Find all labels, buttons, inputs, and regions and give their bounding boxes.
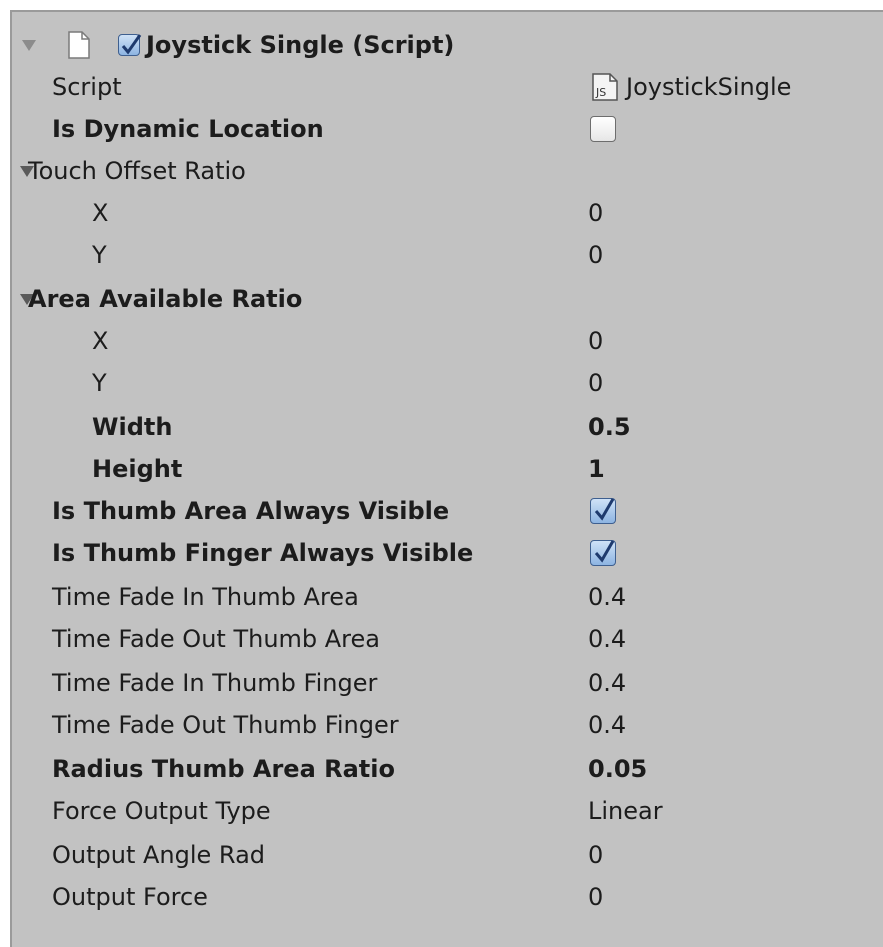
area-width-label: Width	[92, 413, 173, 441]
output-force-row: Output Force 0	[12, 876, 883, 918]
area-height-value[interactable]: 1	[588, 455, 605, 483]
output-angle-rad-row: Output Angle Rad 0	[12, 834, 883, 876]
touch-offset-ratio-row[interactable]: Touch Offset Ratio	[12, 150, 883, 192]
radius-thumb-area-ratio-value[interactable]: 0.05	[588, 755, 647, 783]
output-angle-rad-label: Output Angle Rad	[52, 841, 266, 869]
component-enabled-checkbox[interactable]	[118, 34, 142, 56]
area-available-ratio-row[interactable]: Area Available Ratio	[12, 278, 883, 320]
force-output-type-select[interactable]: Linear	[588, 797, 663, 825]
script-value[interactable]: JoystickSingle	[626, 73, 791, 101]
output-force-label: Output Force	[52, 883, 208, 911]
touch-offset-x-value[interactable]: 0	[588, 199, 603, 227]
is-dynamic-location-row: Is Dynamic Location	[12, 108, 883, 150]
thumb-area-visible-row: Is Thumb Area Always Visible	[12, 490, 883, 532]
area-available-ratio-label: Area Available Ratio	[28, 285, 303, 313]
script-label: Script	[52, 73, 122, 101]
time-fade-in-thumb-finger-label: Time Fade In Thumb Finger	[52, 669, 378, 697]
component-title: Joystick Single (Script)	[146, 31, 455, 59]
is-dynamic-location-checkbox[interactable]	[590, 116, 616, 142]
time-fade-out-thumb-finger-row: Time Fade Out Thumb Finger 0.4	[12, 704, 883, 746]
time-fade-in-thumb-area-value[interactable]: 0.4	[588, 583, 626, 611]
is-dynamic-location-label: Is Dynamic Location	[52, 115, 324, 143]
force-output-type-row: Force Output Type Linear	[12, 790, 883, 832]
javascript-file-icon[interactable]: JS	[590, 72, 620, 102]
thumb-area-visible-label: Is Thumb Area Always Visible	[52, 497, 450, 525]
script-icon-text: JS	[595, 86, 606, 99]
time-fade-in-thumb-finger-value[interactable]: 0.4	[588, 669, 626, 697]
thumb-finger-visible-row: Is Thumb Finger Always Visible	[12, 532, 883, 574]
component-header[interactable]: Joystick Single (Script)	[12, 24, 883, 66]
thumb-finger-visible-label: Is Thumb Finger Always Visible	[52, 539, 474, 567]
area-height-label: Height	[92, 455, 183, 483]
area-y-label: Y	[92, 369, 107, 397]
touch-offset-x-row: X 0	[12, 192, 883, 234]
touch-offset-ratio-label: Touch Offset Ratio	[28, 157, 246, 185]
area-y-row: Y 0	[12, 362, 883, 404]
area-y-value[interactable]: 0	[588, 369, 603, 397]
collapse-triangle-icon[interactable]	[22, 39, 36, 51]
touch-offset-y-label: Y	[92, 241, 107, 269]
time-fade-in-thumb-area-label: Time Fade In Thumb Area	[52, 583, 359, 611]
time-fade-out-thumb-area-label: Time Fade Out Thumb Area	[52, 625, 380, 653]
area-width-value[interactable]: 0.5	[588, 413, 631, 441]
document-icon	[68, 31, 90, 59]
time-fade-out-thumb-area-row: Time Fade Out Thumb Area 0.4	[12, 618, 883, 660]
thumb-finger-visible-checkbox[interactable]	[590, 540, 616, 566]
touch-offset-x-label: X	[92, 199, 109, 227]
thumb-area-visible-checkbox[interactable]	[590, 498, 616, 524]
area-width-row: Width 0.5	[12, 406, 883, 448]
area-x-value[interactable]: 0	[588, 327, 603, 355]
touch-offset-y-row: Y 0	[12, 234, 883, 276]
output-force-value[interactable]: 0	[588, 883, 603, 911]
time-fade-out-thumb-finger-label: Time Fade Out Thumb Finger	[52, 711, 399, 739]
time-fade-out-thumb-finger-value[interactable]: 0.4	[588, 711, 626, 739]
radius-thumb-area-ratio-row: Radius Thumb Area Ratio 0.05	[12, 748, 883, 790]
time-fade-in-thumb-area-row: Time Fade In Thumb Area 0.4	[12, 576, 883, 618]
touch-offset-y-value[interactable]: 0	[588, 241, 603, 269]
output-angle-rad-value[interactable]: 0	[588, 841, 603, 869]
force-output-type-label: Force Output Type	[52, 797, 271, 825]
area-height-row: Height 1	[12, 448, 883, 490]
time-fade-in-thumb-finger-row: Time Fade In Thumb Finger 0.4	[12, 662, 883, 704]
radius-thumb-area-ratio-label: Radius Thumb Area Ratio	[52, 755, 395, 783]
script-row: Script JS JoystickSingle	[12, 66, 883, 108]
time-fade-out-thumb-area-value[interactable]: 0.4	[588, 625, 626, 653]
area-x-label: X	[92, 327, 109, 355]
inspector-panel: Joystick Single (Script) Script JS Joyst…	[10, 10, 883, 947]
area-x-row: X 0	[12, 320, 883, 362]
